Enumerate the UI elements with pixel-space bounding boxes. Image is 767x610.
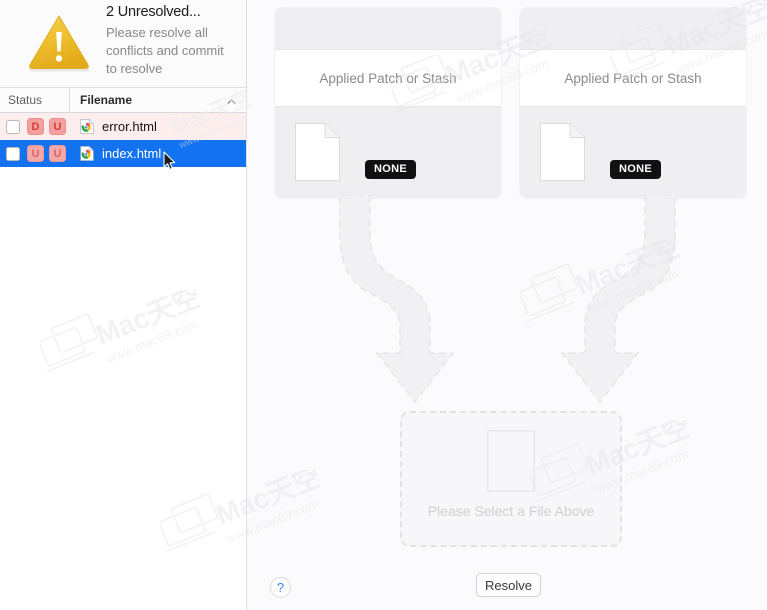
blank-document-outline-icon (487, 430, 535, 492)
merge-flow-arrows (248, 194, 767, 410)
unresolved-count-title: 2 Unresolved... (106, 4, 201, 20)
chrome-html-file-icon (80, 146, 94, 161)
chevron-up-icon (227, 96, 236, 105)
result-dropzone[interactable]: Please Select a File Above (400, 411, 622, 547)
file-name-label: index.html (102, 146, 162, 161)
column-header-status-label: Status (8, 93, 43, 107)
source-panel-left-label: Applied Patch or Stash (319, 70, 457, 86)
warning-triangle-icon (24, 10, 94, 74)
status-badges: U U (27, 145, 66, 162)
unresolved-instructions: Please resolve all conflicts and commit … (106, 25, 224, 76)
status-badge: D (27, 118, 44, 135)
status-badge: U (27, 145, 44, 162)
dropzone-label: Please Select a File Above (427, 503, 595, 519)
question-mark-icon: ? (276, 580, 285, 595)
resolve-button[interactable]: Resolve (476, 573, 541, 597)
status-badge: U (49, 145, 66, 162)
file-name-label: error.html (102, 119, 157, 134)
column-header-status[interactable]: Status (0, 88, 70, 112)
merge-workspace: Applied Patch or Stash NONE Applied Patc… (248, 0, 767, 610)
source-panel-right-label: Applied Patch or Stash (564, 70, 702, 86)
status-badge: U (49, 118, 66, 135)
file-list: D U error.html U U index.html (0, 113, 246, 167)
status-badges: D U (27, 118, 66, 135)
resolve-button-label: Resolve (485, 577, 532, 593)
banner-text-block: 2 Unresolved... Please resolve all confl… (106, 2, 234, 78)
blank-document-icon (539, 122, 586, 182)
row-checkbox[interactable] (6, 119, 20, 134)
help-button[interactable]: ? (270, 577, 291, 598)
arrow-left-to-center (339, 194, 455, 404)
source-panel-left-strip: Applied Patch or Stash (275, 49, 501, 107)
status-badge-none: NONE (610, 160, 661, 179)
file-list-sidebar: 2 Unresolved... Please resolve all confl… (0, 0, 247, 610)
column-header-filename[interactable]: Filename (70, 88, 246, 112)
blank-document-icon (294, 122, 341, 182)
row-checkbox[interactable] (6, 146, 20, 161)
conflict-resolver-window: 2 Unresolved... Please resolve all confl… (0, 0, 767, 610)
status-badge-none: NONE (365, 160, 416, 179)
column-header-filename-label: Filename (80, 93, 133, 107)
source-panel-left[interactable]: Applied Patch or Stash NONE (275, 8, 501, 198)
table-row[interactable]: U U index.html (0, 140, 246, 167)
arrow-right-to-center (560, 194, 676, 404)
table-row[interactable]: D U error.html (0, 113, 246, 140)
chrome-html-file-icon (80, 119, 94, 134)
unresolved-banner: 2 Unresolved... Please resolve all confl… (0, 0, 246, 88)
source-panel-right-strip: Applied Patch or Stash (520, 49, 746, 107)
file-table-header: Status Filename (0, 88, 246, 113)
source-panel-right[interactable]: Applied Patch or Stash NONE (520, 8, 746, 198)
